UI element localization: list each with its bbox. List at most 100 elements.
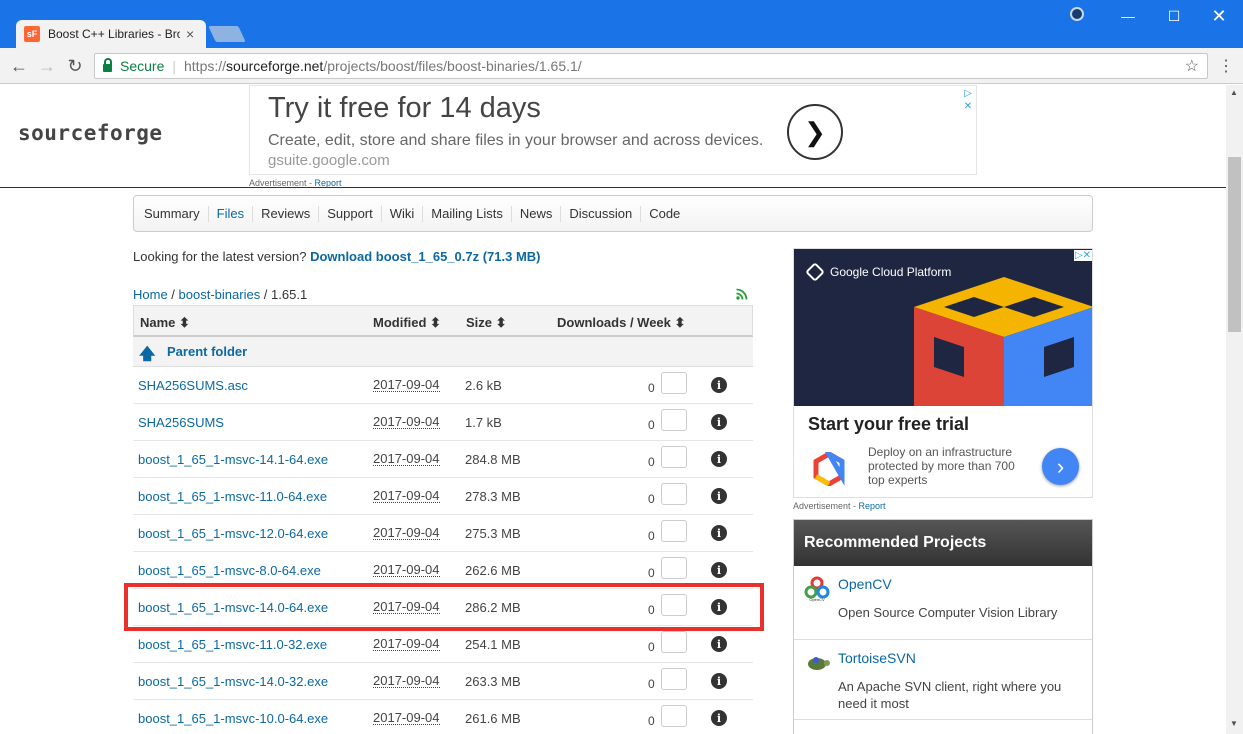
bookmark-star-icon[interactable]: ☆ — [1185, 56, 1199, 76]
sourceforge-logo[interactable]: sourceforge — [18, 121, 163, 145]
downloads-sparkline — [661, 705, 687, 727]
tab-news[interactable]: News — [512, 205, 562, 222]
side-ad-report-link[interactable]: Report — [859, 501, 886, 511]
table-row[interactable]: boost_1_65_1-msvc-14.0-32.exe 2017-09-04 2… — [133, 663, 753, 700]
ad-report-link[interactable]: Report — [315, 178, 342, 188]
downloads-sparkline — [661, 409, 687, 431]
sourceforge-favicon-icon: sF — [24, 26, 40, 42]
file-name-link[interactable]: boost_1_65_1-msvc-10.0-64.exe — [138, 711, 328, 726]
lock-icon — [103, 58, 112, 72]
maximize-button[interactable]: ☐ — [1154, 4, 1194, 28]
file-name-link[interactable]: boost_1_65_1-msvc-11.0-32.exe — [138, 637, 327, 652]
info-icon[interactable]: i — [711, 525, 727, 541]
table-row[interactable]: boost_1_65_1-msvc-11.0-64.exe 2017-09-04 2… — [133, 478, 753, 515]
tab-discussion[interactable]: Discussion — [561, 205, 642, 222]
scroll-up-icon[interactable]: ▲ — [1230, 88, 1238, 97]
info-icon[interactable]: i — [711, 414, 727, 430]
rss-icon[interactable] — [736, 288, 748, 300]
breadcrumb-home[interactable]: Home — [133, 287, 168, 302]
recommended-item-opencv[interactable]: OpenCV OpenCV Open Source Computer Visio… — [794, 566, 1092, 640]
tab-support[interactable]: Support — [319, 205, 382, 222]
close-icon[interactable]: × — [186, 26, 194, 42]
file-name-link[interactable]: boost_1_65_1-msvc-11.0-64.exe — [138, 489, 327, 504]
ad-title[interactable]: Try it free for 14 days — [268, 92, 541, 125]
file-name-link[interactable]: SHA256SUMS.asc — [138, 378, 248, 393]
reload-icon[interactable]: ↻ — [63, 54, 87, 78]
tab-wiki[interactable]: Wiki — [382, 205, 424, 222]
scroll-down-icon[interactable]: ▼ — [1230, 719, 1238, 728]
table-row[interactable]: boost_1_65_1-msvc-10.0-64.exe 2017-09-04 2… — [133, 700, 753, 734]
site-header: sourceforge Try it free for 14 days Crea… — [0, 85, 1226, 188]
file-size: 1.7 kB — [465, 415, 502, 430]
col-size[interactable]: Size ⬍ — [466, 315, 507, 331]
scroll-thumb[interactable] — [1228, 157, 1241, 332]
info-icon[interactable]: i — [711, 377, 727, 393]
parent-folder-row[interactable]: 🡅 Parent folder — [133, 337, 753, 367]
url-host: sourceforge.net — [226, 58, 324, 74]
file-downloads: 0 — [648, 640, 655, 654]
new-tab-button[interactable] — [208, 26, 246, 42]
file-downloads: 0 — [648, 492, 655, 506]
scrollbar[interactable]: ▲ ▼ — [1226, 85, 1243, 734]
table-row[interactable]: boost_1_65_1-msvc-12.0-64.exe 2017-09-04 2… — [133, 515, 753, 552]
col-modified[interactable]: Modified ⬍ — [373, 315, 441, 331]
downloads-sparkline — [661, 372, 687, 394]
info-icon[interactable]: i — [711, 710, 727, 726]
url-scheme: https:// — [184, 58, 227, 74]
download-latest-link[interactable]: Download boost_1_65_0.7z (71.3 MB) — [310, 249, 540, 264]
parent-folder-link[interactable]: Parent folder — [167, 344, 247, 359]
recommended-name[interactable]: OpenCV — [838, 576, 892, 592]
tab-mailing-lists[interactable]: Mailing Lists — [423, 205, 512, 222]
adchoices-icon[interactable]: ▷✕ — [1073, 250, 1092, 261]
table-row[interactable]: boost_1_65_1-msvc-14.1-64.exe 2017-09-04 2… — [133, 441, 753, 478]
file-name-link[interactable]: boost_1_65_1-msvc-14.1-64.exe — [138, 452, 328, 467]
recommended-name[interactable]: TortoiseSVN — [838, 650, 916, 666]
recommended-item-tortoisesvn[interactable]: TortoiseSVN An Apache SVN client, right … — [794, 640, 1092, 720]
breadcrumb-boost-binaries[interactable]: boost-binaries — [179, 287, 261, 302]
back-arrow-icon[interactable]: ← — [7, 54, 31, 78]
info-icon[interactable]: i — [711, 451, 727, 467]
chevron-right-icon[interactable]: ❯ — [787, 104, 843, 160]
profile-icon[interactable] — [1070, 7, 1084, 21]
side-ad-label: Advertisement - Report — [793, 501, 886, 511]
tab-reviews[interactable]: Reviews — [253, 205, 320, 222]
table-row[interactable]: SHA256SUMS.asc 2017-09-04 2.6 kB 0 i — [133, 367, 753, 404]
file-name-link[interactable]: boost_1_65_1-msvc-12.0-64.exe — [138, 526, 328, 541]
info-icon[interactable]: i — [711, 488, 727, 504]
window-close-button[interactable]: ✕ — [1199, 4, 1239, 28]
table-row[interactable]: SHA256SUMS 2017-09-04 1.7 kB 0 i — [133, 404, 753, 441]
opencv-icon-text: OpenCV — [809, 597, 825, 602]
file-size: 254.1 MB — [465, 637, 521, 652]
info-icon[interactable]: i — [711, 562, 727, 578]
downloads-sparkline — [661, 668, 687, 690]
info-icon[interactable]: i — [711, 636, 727, 652]
file-modified: 2017-09-04 — [373, 636, 440, 651]
address-bar[interactable]: Secure | https:// sourceforge.net /proje… — [94, 53, 1208, 79]
ad-description: Create, edit, store and share files in y… — [268, 132, 764, 149]
file-downloads: 0 — [648, 566, 655, 580]
info-icon[interactable]: i — [711, 673, 727, 689]
col-downloads[interactable]: Downloads / Week ⬍ — [557, 315, 685, 331]
file-name-link[interactable]: boost_1_65_1-msvc-8.0-64.exe — [138, 563, 321, 578]
file-name-link[interactable]: boost_1_65_1-msvc-14.0-32.exe — [138, 674, 328, 689]
file-name-link[interactable]: SHA256SUMS — [138, 415, 224, 430]
chrome-menu-icon[interactable]: ⋮ — [1218, 56, 1234, 76]
file-downloads: 0 — [648, 677, 655, 691]
banner-ad[interactable]: Try it free for 14 days Create, edit, st… — [249, 85, 977, 175]
tab-files[interactable]: Files — [209, 205, 254, 222]
adchoices-icon[interactable]: ▷✕ — [962, 87, 974, 113]
forward-arrow-icon[interactable]: → — [35, 54, 59, 78]
table-row[interactable]: boost_1_65_1-msvc-11.0-32.exe 2017-09-04 2… — [133, 626, 753, 663]
col-name[interactable]: Name ⬍ — [140, 315, 190, 331]
tab-code[interactable]: Code — [641, 206, 688, 222]
browser-tab[interactable]: sF Boost C++ Libraries - Bro × — [16, 20, 206, 48]
breadcrumb: Home / boost-binaries / 1.65.1 — [133, 287, 307, 302]
tab-summary[interactable]: Summary — [136, 205, 209, 222]
file-downloads: 0 — [648, 455, 655, 469]
side-ad[interactable]: Google Cloud Platform ▷✕ Start your free… — [793, 248, 1093, 498]
chevron-right-icon[interactable]: › — [1042, 448, 1079, 485]
minimize-button[interactable]: — — [1108, 4, 1148, 28]
file-modified: 2017-09-04 — [373, 710, 440, 725]
opencv-icon: OpenCV — [804, 576, 830, 602]
file-size: 275.3 MB — [465, 526, 521, 541]
